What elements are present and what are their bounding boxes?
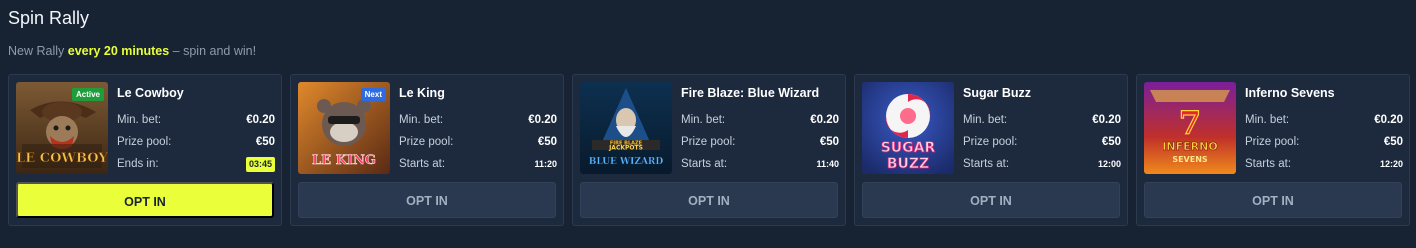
prize-pool-value: €50 — [819, 136, 839, 148]
prize-pool-row: Prize pool: €50 — [399, 135, 557, 151]
ends-in-label: Ends in: — [117, 158, 159, 170]
starts-at-label: Starts at: — [963, 158, 1010, 170]
page-title: Spin Rally — [8, 8, 90, 28]
starts-at-row: Starts at: 11:40 — [681, 157, 839, 173]
min-bet-row: Min. bet: €0.20 — [399, 113, 557, 129]
prize-pool-row: Prize pool: €50 — [117, 135, 275, 151]
prize-pool-value: €50 — [1101, 136, 1121, 148]
min-bet-label: Min. bet: — [1245, 114, 1290, 126]
prize-pool-value: €50 — [537, 136, 557, 148]
subtitle-prefix: New Rally — [8, 44, 68, 58]
prize-pool-label: Prize pool: — [1245, 136, 1300, 148]
opt-in-button[interactable]: OPT IN — [1144, 182, 1402, 218]
subtitle-suffix: – spin and win! — [169, 44, 257, 58]
starts-at-label: Starts at: — [681, 158, 728, 170]
opt-in-button[interactable]: OPT IN — [298, 182, 556, 218]
rally-card-le-king: LE KING Next Le King Min. bet: €0.20 Pri… — [290, 74, 564, 226]
sugar-buzz-logo-top: SUGAR — [881, 140, 936, 156]
game-title: Fire Blaze: Blue Wizard — [681, 86, 820, 100]
start-time: 11:40 — [816, 159, 839, 169]
opt-in-button[interactable]: OPT IN — [862, 182, 1120, 218]
min-bet-value: €0.20 — [1374, 114, 1403, 126]
countdown-timer: 03:45 — [245, 157, 275, 172]
blue-wizard-game-art[interactable]: FIRE BLAZE JACKPOTS BLUE WIZARD — [580, 82, 672, 174]
min-bet-label: Min. bet: — [963, 114, 1008, 126]
opt-in-button[interactable]: OPT IN — [580, 182, 838, 218]
opt-in-button[interactable]: OPT IN — [16, 182, 274, 218]
le-cowboy-logo-text: LE COWBOY — [16, 151, 108, 166]
le-cowboy-game-art[interactable]: LE COWBOY Active — [16, 82, 108, 174]
prize-pool-row: Prize pool: €50 — [1245, 135, 1403, 151]
min-bet-label: Min. bet: — [399, 114, 444, 126]
sugar-buzz-logo-bottom: BUZZ — [887, 156, 929, 172]
min-bet-value: €0.20 — [810, 114, 839, 126]
le-king-logo-text: LE KING — [312, 153, 376, 168]
min-bet-value: €0.20 — [246, 114, 275, 126]
game-title: Le King — [399, 86, 445, 100]
starts-at-row: Starts at: 12:00 — [963, 157, 1121, 173]
sugar-buzz-game-art[interactable]: SUGAR BUZZ — [862, 82, 954, 174]
starts-at-row: Starts at: 12:20 — [1245, 157, 1403, 173]
inferno-sevens-logo-bottom: SEVENS — [1172, 155, 1208, 164]
min-bet-label: Min. bet: — [681, 114, 726, 126]
min-bet-row: Min. bet: €0.20 — [963, 113, 1121, 129]
starts-at-row: Starts at: 11:20 — [399, 157, 557, 173]
inferno-sevens-logo-top: INFERNO — [1162, 140, 1217, 153]
prize-pool-label: Prize pool: — [963, 136, 1018, 148]
min-bet-value: €0.20 — [528, 114, 557, 126]
blue-wizard-logo-mid: JACKPOTS — [608, 145, 643, 152]
start-time: 12:20 — [1379, 159, 1403, 169]
inferno-sevens-game-art[interactable]: 7 INFERNO SEVENS — [1144, 82, 1236, 174]
prize-pool-value: €50 — [1383, 136, 1403, 148]
min-bet-row: Min. bet: €0.20 — [1245, 113, 1403, 129]
min-bet-label: Min. bet: — [117, 114, 162, 126]
game-title: Inferno Sevens — [1245, 86, 1335, 100]
status-badge: Next — [360, 88, 386, 101]
min-bet-value: €0.20 — [1092, 114, 1121, 126]
prize-pool-value: €50 — [255, 136, 275, 148]
le-king-game-art[interactable]: LE KING Next — [298, 82, 390, 174]
rally-card-sugar-buzz: SUGAR BUZZ Sugar Buzz Min. bet: €0.20 Pr… — [854, 74, 1128, 226]
start-time: 11:20 — [534, 159, 557, 169]
starts-at-label: Starts at: — [399, 158, 446, 170]
rally-card-le-cowboy: LE COWBOY Active Le Cowboy Min. bet: €0.… — [8, 74, 282, 226]
rally-card-blue-wizard: FIRE BLAZE JACKPOTS BLUE WIZARD Fire Bla… — [572, 74, 846, 226]
prize-pool-row: Prize pool: €50 — [963, 135, 1121, 151]
min-bet-row: Min. bet: €0.20 — [117, 113, 275, 129]
min-bet-row: Min. bet: €0.20 — [681, 113, 839, 129]
starts-at-label: Starts at: — [1245, 158, 1292, 170]
subtitle-highlight: every 20 minutes — [67, 44, 170, 58]
game-title: Sugar Buzz — [963, 86, 1032, 100]
page-subtitle: New Rally every 20 minutes – spin and wi… — [8, 44, 256, 58]
prize-pool-label: Prize pool: — [117, 136, 172, 148]
inferno-sevens-seven-icon: 7 — [1179, 104, 1201, 142]
start-time: 12:00 — [1097, 159, 1121, 169]
game-title: Le Cowboy — [117, 86, 184, 100]
status-badge: Active — [71, 88, 104, 101]
blue-wizard-logo-bottom: BLUE WIZARD — [589, 157, 664, 167]
ends-in-row: Ends in: 03:45 — [117, 157, 275, 173]
prize-pool-label: Prize pool: — [399, 136, 454, 148]
prize-pool-row: Prize pool: €50 — [681, 135, 839, 151]
rally-card-inferno-sevens: 7 INFERNO SEVENS Inferno Sevens Min. bet… — [1136, 74, 1410, 226]
prize-pool-label: Prize pool: — [681, 136, 736, 148]
